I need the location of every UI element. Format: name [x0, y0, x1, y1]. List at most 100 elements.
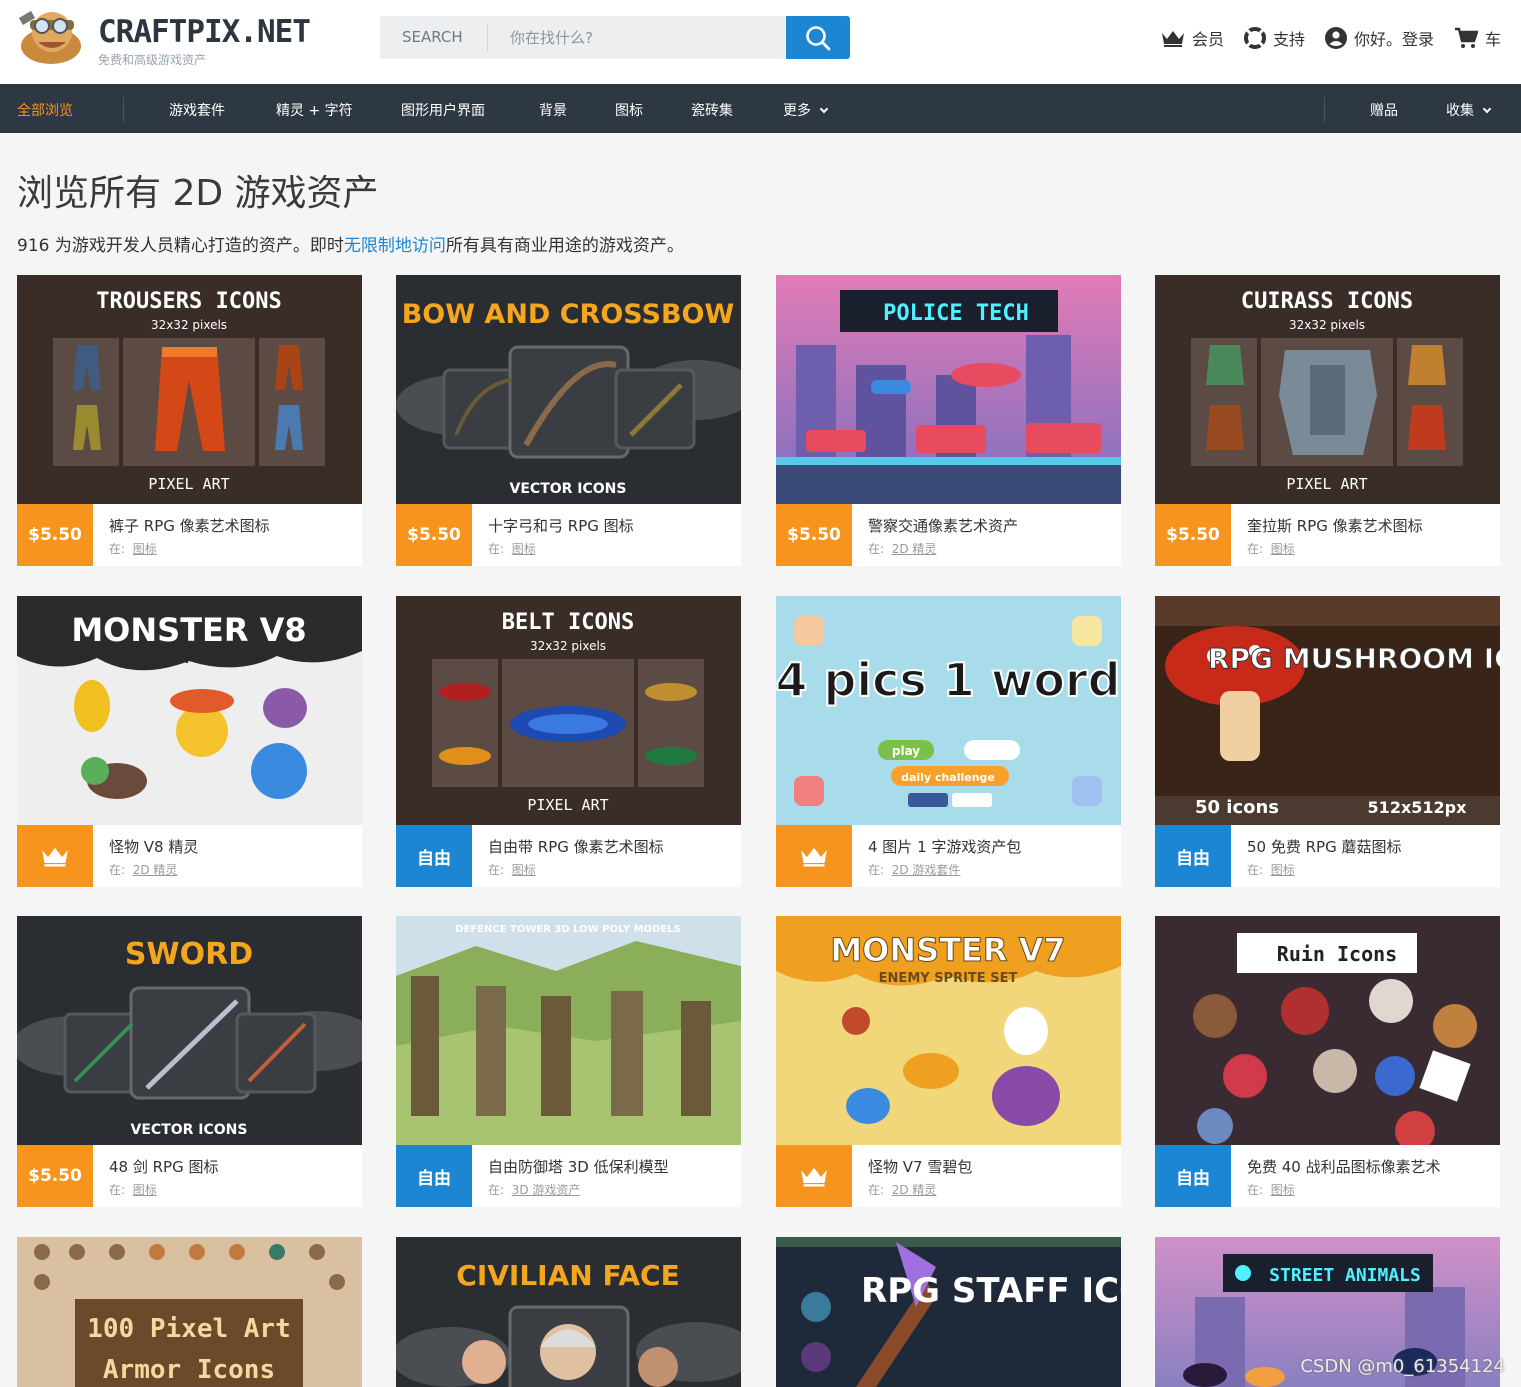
asset-title[interactable]: 自由带 RPG 像素艺术图标 — [488, 836, 664, 857]
chevron-down-icon — [1482, 104, 1492, 114]
asset-title[interactable]: 怪物 V7 雪碧包 — [868, 1156, 972, 1177]
category-link[interactable]: 图标 — [1271, 1183, 1295, 1197]
asset-card[interactable]: 100 Pixel Art Armor Icons — [17, 1237, 362, 1387]
asset-title[interactable]: 4 图片 1 字游戏资产包 — [868, 836, 1021, 857]
thumb-subtitle: ENEMY SPRITE SET — [120, 652, 259, 667]
support-link[interactable]: 支持 — [1243, 26, 1305, 50]
category-link[interactable]: 2D 游戏套件 — [892, 863, 961, 877]
unlimited-access-link[interactable]: 无限制地访问 — [344, 236, 446, 256]
asset-thumbnail[interactable]: SWORD VECTOR ICONS — [17, 916, 362, 1145]
category-in-label: 在: — [109, 542, 126, 556]
nav-collections[interactable]: 收集 — [1446, 100, 1492, 120]
nav-gui[interactable]: 图形用户界面 — [401, 100, 485, 120]
asset-card[interactable]: RPG STAFF ICONS — [776, 1237, 1121, 1387]
asset-thumbnail[interactable]: DEFENCE TOWER 3D LOW POLY MODELS — [396, 916, 741, 1145]
cart-link[interactable]: 车 — [1454, 26, 1501, 50]
category-in-label: 在: — [868, 542, 885, 556]
thumb-title: Ruin Icons — [1277, 942, 1397, 966]
nav-browse-all[interactable]: 全部浏览 — [17, 100, 73, 120]
category-in-label: 在: — [109, 1183, 126, 1197]
asset-card[interactable]: CIVILIAN FACE — [396, 1237, 741, 1387]
category-link[interactable]: 图标 — [1271, 542, 1295, 556]
thumb-subtitle: play — [892, 744, 920, 758]
category-link[interactable]: 图标 — [512, 863, 536, 877]
category-link[interactable]: 2D 精灵 — [892, 1183, 937, 1197]
asset-thumbnail[interactable]: CUIRASS ICONS 32x32 pixels PIXEL ART — [1155, 275, 1500, 504]
asset-category: 在: 2D 精灵 — [868, 1181, 936, 1198]
price-badge: $5.50 — [17, 504, 93, 566]
nav-tilesets[interactable]: 瓷砖集 — [691, 100, 733, 120]
asset-thumbnail[interactable]: BOW AND CROSSBOW VECTOR ICONS — [396, 275, 741, 504]
thumb-subtitle: 32x32 pixels — [530, 639, 606, 653]
asset-card[interactable]: MONSTER V8 ENEMY SPRITE SET 怪物 V8 精灵 在: … — [17, 596, 362, 887]
asset-thumbnail[interactable]: 100 Pixel Art Armor Icons — [17, 1237, 362, 1387]
nav-sprites[interactable]: 精灵 + 字符 — [276, 100, 353, 120]
category-in-label: 在: — [488, 542, 505, 556]
category-link[interactable]: 图标 — [133, 1183, 157, 1197]
asset-thumbnail[interactable]: BELT ICONS 32x32 pixels PIXEL ART — [396, 596, 741, 825]
thumb-subtitle: Armor Icons — [103, 1355, 275, 1385]
nav-backgrounds[interactable]: 背景 — [539, 100, 567, 120]
thumb-title: RPG STAFF ICONS — [861, 1271, 1121, 1311]
asset-card[interactable]: Ruin Icons 自由 免费 40 战利品图标像素艺术 在: 图标 — [1155, 916, 1500, 1207]
member-link[interactable]: 会员 — [1161, 26, 1224, 50]
price-badge: $5.50 — [17, 1145, 93, 1207]
asset-thumbnail[interactable]: TROUSERS ICONS 32x32 pixels PIXEL ART — [17, 275, 362, 504]
member-badge — [776, 1145, 852, 1207]
asset-title[interactable]: 免费 40 战利品图标像素艺术 — [1247, 1156, 1441, 1177]
search-button[interactable] — [786, 16, 850, 59]
search-label: SEARCH — [402, 28, 463, 46]
asset-title[interactable]: 十字弓和弓 RPG 图标 — [488, 515, 634, 536]
asset-card[interactable]: BELT ICONS 32x32 pixels PIXEL ART 自由 自由带… — [396, 596, 741, 887]
login-link[interactable]: 你好。登录 — [1324, 26, 1434, 50]
nav-gifts[interactable]: 赠品 — [1370, 100, 1398, 120]
thumb-footer: VECTOR ICONS — [131, 1122, 248, 1138]
asset-title[interactable]: 怪物 V8 精灵 — [109, 836, 198, 857]
nav-icons[interactable]: 图标 — [615, 100, 643, 120]
asset-thumbnail[interactable]: MONSTER V8 ENEMY SPRITE SET — [17, 596, 362, 825]
asset-card[interactable]: 4 pics 1 word play daily challenge 4 图片 … — [776, 596, 1121, 887]
asset-title[interactable]: 奎拉斯 RPG 像素艺术图标 — [1247, 515, 1423, 536]
logo-wordmark[interactable]: CRAFTPIX.NET — [98, 14, 311, 50]
category-link[interactable]: 2D 精灵 — [892, 542, 937, 556]
asset-title[interactable]: 48 剑 RPG 图标 — [109, 1156, 218, 1177]
thumb-title: POLICE TECH — [883, 301, 1029, 326]
asset-thumbnail[interactable]: CIVILIAN FACE — [396, 1237, 741, 1387]
asset-card[interactable]: POLICE TECH $5.50 警察交通像素艺术资产 在: 2D 精灵 — [776, 275, 1121, 566]
page-title: 浏览所有 2D 游戏资产 — [17, 173, 379, 214]
asset-thumbnail[interactable]: Ruin Icons — [1155, 916, 1500, 1145]
category-link[interactable]: 2D 精灵 — [133, 863, 178, 877]
nav-divider — [1324, 97, 1325, 122]
free-badge: 自由 — [396, 825, 472, 887]
asset-thumbnail[interactable]: POLICE TECH — [776, 275, 1121, 504]
category-link[interactable]: 图标 — [1271, 863, 1295, 877]
cart-link-label: 车 — [1484, 30, 1501, 49]
asset-thumbnail[interactable]: 4 pics 1 word play daily challenge — [776, 596, 1121, 825]
asset-title[interactable]: 裤子 RPG 像素艺术图标 — [109, 515, 270, 536]
asset-card[interactable]: DEFENCE TOWER 3D LOW POLY MODELS 自由 自由防御… — [396, 916, 741, 1207]
asset-category: 在: 图标 — [1247, 1181, 1295, 1198]
asset-card[interactable]: BOW AND CROSSBOW VECTOR ICONS $5.50 十字弓和… — [396, 275, 741, 566]
asset-card[interactable]: MONSTER V7 ENEMY SPRITE SET 怪物 V7 雪碧包 在:… — [776, 916, 1121, 1207]
asset-title[interactable]: 自由防御塔 3D 低保利模型 — [488, 1156, 669, 1177]
asset-thumbnail[interactable]: RPG MUSHROOM ICONS 50 icons 512x512px — [1155, 596, 1500, 825]
search-input[interactable] — [510, 27, 780, 49]
thumb-title: SWORD — [125, 937, 253, 972]
category-in-label: 在: — [109, 863, 126, 877]
asset-thumbnail[interactable]: MONSTER V7 ENEMY SPRITE SET — [776, 916, 1121, 1145]
asset-card[interactable]: CUIRASS ICONS 32x32 pixels PIXEL ART $5.… — [1155, 275, 1500, 566]
nav-more[interactable]: 更多 — [783, 100, 829, 120]
nav-game-kits[interactable]: 游戏套件 — [169, 100, 225, 120]
asset-title[interactable]: 50 免费 RPG 蘑菇图标 — [1247, 836, 1401, 857]
asset-card[interactable]: RPG MUSHROOM ICONS 50 icons 512x512px 自由… — [1155, 596, 1500, 887]
support-link-label: 支持 — [1272, 30, 1305, 49]
page-description: 916 为游戏开发人员精心打造的资产。即时无限制地访问所有具有商业用途的游戏资产… — [17, 231, 684, 256]
asset-title[interactable]: 警察交通像素艺术资产 — [868, 515, 1018, 536]
category-link[interactable]: 图标 — [133, 542, 157, 556]
asset-card[interactable]: TROUSERS ICONS 32x32 pixels PIXEL ART $5… — [17, 275, 362, 566]
category-link[interactable]: 3D 游戏资产 — [512, 1183, 581, 1197]
asset-thumbnail[interactable]: RPG STAFF ICONS — [776, 1237, 1121, 1387]
logo-mascot-icon[interactable] — [16, 6, 86, 66]
asset-card[interactable]: SWORD VECTOR ICONS $5.50 48 剑 RPG 图标 在: … — [17, 916, 362, 1207]
category-link[interactable]: 图标 — [512, 542, 536, 556]
